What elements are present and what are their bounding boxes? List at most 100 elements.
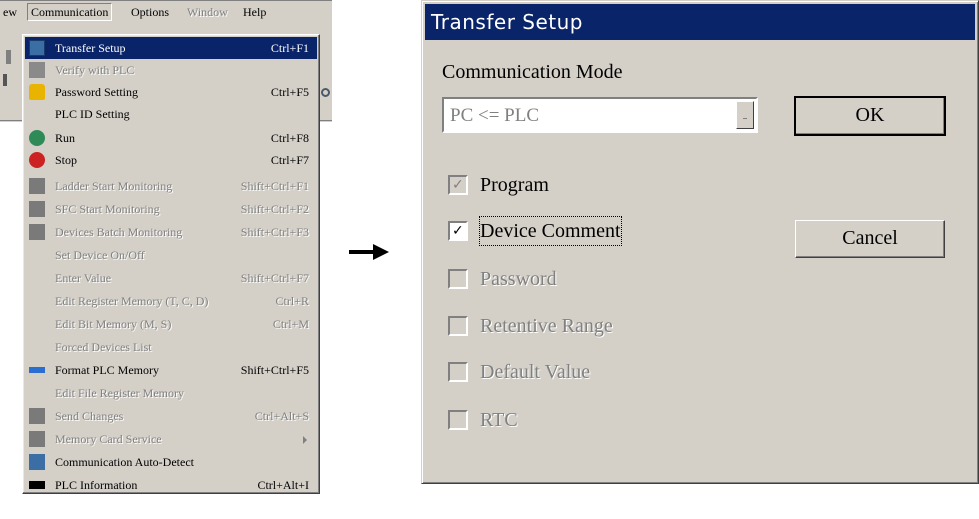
- menu-item-shortcut: Ctrl+M: [272, 317, 309, 331]
- rtc-label: RTC: [480, 409, 518, 431]
- menu-item-label: Ladder Start Monitoring: [55, 179, 173, 193]
- menu-item-edit-register-memory[interactable]: Edit Register Memory (T, C, D) Ctrl+R: [25, 290, 317, 312]
- rtc-checkbox[interactable]: [448, 410, 468, 430]
- info-icon: [29, 481, 45, 489]
- menu-item-enter-value[interactable]: Enter Value Shift+Ctrl+F7: [25, 267, 317, 289]
- menu-item-shortcut: Shift+Ctrl+F2: [240, 202, 309, 216]
- arrow-shaft: [349, 250, 375, 254]
- program-checkbox[interactable]: ✓: [448, 175, 468, 195]
- sfc-monitor-icon: [29, 201, 45, 217]
- auto-detect-icon: [29, 454, 45, 470]
- menu-item-shortcut: Shift+Ctrl+F5: [240, 363, 309, 377]
- menu-item-plc-id-setting[interactable]: PLC ID Setting: [25, 103, 317, 125]
- menu-item-shortcut: Ctrl+Alt+S: [254, 409, 309, 423]
- menu-item-edit-bit-memory[interactable]: Edit Bit Memory (M, S) Ctrl+M: [25, 313, 317, 335]
- menu-item-stop[interactable]: Stop Ctrl+F7: [25, 149, 317, 171]
- menu-item-memory-card-service[interactable]: Memory Card Service: [25, 428, 317, 450]
- menu-view[interactable]: ew: [0, 4, 20, 20]
- menu-item-label: Set Device On/Off: [55, 248, 145, 262]
- menu-item-shortcut: Ctrl+F1: [270, 41, 309, 55]
- menu-item-shortcut: Ctrl+R: [275, 294, 309, 308]
- password-label: Password: [480, 268, 557, 290]
- menu-item-devices-batch-monitoring[interactable]: Devices Batch Monitoring Shift+Ctrl+F3: [25, 221, 317, 243]
- retentive-range-checkbox[interactable]: [448, 316, 468, 336]
- checkmark-icon: ✓: [452, 177, 464, 193]
- lock-icon: [29, 84, 45, 100]
- verify-icon: [29, 62, 45, 78]
- menu-item-label: Stop: [55, 153, 78, 167]
- menu-item-format-plc-memory[interactable]: Format PLC Memory Shift+Ctrl+F5: [25, 359, 317, 381]
- menu-item-edit-file-register-memory[interactable]: Edit File Register Memory: [25, 382, 317, 404]
- menu-item-run[interactable]: Run Ctrl+F8: [25, 127, 317, 149]
- menu-item-shortcut: Ctrl+Alt+I: [257, 478, 309, 492]
- menu-item-transfer-setup[interactable]: Transfer Setup Ctrl+F1: [25, 37, 317, 59]
- menu-item-label: Memory Card Service: [55, 432, 162, 446]
- dialog-title-bar[interactable]: Transfer Setup: [425, 4, 975, 40]
- menu-item-send-changes[interactable]: Send Changes Ctrl+Alt+S: [25, 405, 317, 427]
- memory-card-icon: [29, 431, 45, 447]
- menu-item-label: Communication Auto-Detect: [55, 455, 194, 469]
- menu-help[interactable]: Help: [240, 4, 269, 20]
- batch-monitor-icon: [29, 224, 45, 240]
- format-icon: [29, 367, 45, 373]
- menu-communication[interactable]: Communication: [27, 3, 113, 21]
- menu-item-label: Devices Batch Monitoring: [55, 225, 183, 239]
- menu-item-shortcut: Ctrl+F7: [270, 153, 309, 167]
- checkmark-icon: ✓: [452, 223, 464, 239]
- default-value-label: Default Value: [480, 361, 591, 383]
- default-value-checkbox[interactable]: [448, 362, 468, 382]
- communication-mode-select[interactable]: PC <= PLC: [442, 97, 758, 133]
- toolbar-fragment: [6, 50, 11, 64]
- menu-item-verify-with-plc[interactable]: Verify with PLC: [25, 59, 317, 81]
- menu-item-label: Format PLC Memory: [55, 363, 159, 377]
- stop-icon: [29, 152, 45, 168]
- menu-item-shortcut: Shift+Ctrl+F7: [240, 271, 309, 285]
- menu-item-label: Edit File Register Memory: [55, 386, 184, 400]
- toolbar-fragment: [3, 74, 7, 86]
- cancel-button[interactable]: Cancel: [795, 220, 945, 258]
- menu-item-set-device-on-off[interactable]: Set Device On/Off: [25, 244, 317, 266]
- menu-item-label: Transfer Setup: [55, 41, 126, 55]
- menu-item-shortcut: Ctrl+F8: [270, 131, 309, 145]
- toolbar-circle-icon[interactable]: [321, 88, 330, 97]
- menu-item-label: Edit Register Memory (T, C, D): [55, 294, 209, 308]
- menu-item-label: PLC ID Setting: [55, 107, 130, 121]
- transfer-icon: [29, 40, 45, 56]
- send-icon: [29, 408, 45, 424]
- menu-item-shortcut: Shift+Ctrl+F1: [240, 179, 309, 193]
- device-comment-label: Device Comment: [479, 216, 622, 246]
- menu-item-label: Forced Devices List: [55, 340, 152, 354]
- dropdown-button[interactable]: [736, 101, 754, 129]
- menu-item-plc-information[interactable]: PLC Information Ctrl+Alt+I: [25, 474, 317, 496]
- menu-options[interactable]: Options: [128, 4, 172, 20]
- communication-mode-label: Communication Mode: [442, 61, 623, 83]
- menu-item-communication-auto-detect[interactable]: Communication Auto-Detect: [25, 451, 317, 473]
- device-comment-checkbox[interactable]: ✓: [448, 221, 468, 241]
- menu-item-label: Verify with PLC: [55, 63, 135, 77]
- menu-bar: ew Communication Options Window Help: [0, 0, 332, 23]
- menu-item-password-setting[interactable]: Password Setting Ctrl+F5: [25, 81, 317, 103]
- menu-window[interactable]: Window: [184, 4, 231, 20]
- program-label: Program: [480, 174, 549, 196]
- submenu-arrow-icon: [303, 436, 307, 444]
- menu-item-label: SFC Start Monitoring: [55, 202, 160, 216]
- communication-dropdown-menu: Transfer Setup Ctrl+F1 Verify with PLC P…: [22, 34, 320, 494]
- menu-item-label: Enter Value: [55, 271, 112, 285]
- communication-mode-value: PC <= PLC: [450, 105, 540, 126]
- menu-item-sfc-start-monitoring[interactable]: SFC Start Monitoring Shift+Ctrl+F2: [25, 198, 317, 220]
- password-checkbox[interactable]: [448, 269, 468, 289]
- menu-screenshot: ew Communication Options Window Help Tra…: [0, 0, 332, 519]
- menu-item-ladder-start-monitoring[interactable]: Ladder Start Monitoring Shift+Ctrl+F1: [25, 175, 317, 197]
- menu-item-label: Send Changes: [55, 409, 124, 423]
- transfer-setup-dialog: Transfer Setup Communication Mode PC <= …: [421, 0, 979, 484]
- menu-item-label: Edit Bit Memory (M, S): [55, 317, 172, 331]
- ok-button[interactable]: OK: [794, 96, 946, 136]
- menu-item-forced-devices-list[interactable]: Forced Devices List: [25, 336, 317, 358]
- arrow-head: [373, 244, 389, 260]
- menu-item-label: PLC Information: [55, 478, 138, 492]
- menu-item-shortcut: Ctrl+F5: [270, 85, 309, 99]
- run-icon: [29, 130, 45, 146]
- menu-item-label: Run: [55, 131, 76, 145]
- ladder-monitor-icon: [29, 178, 45, 194]
- menu-item-shortcut: Shift+Ctrl+F3: [240, 225, 309, 239]
